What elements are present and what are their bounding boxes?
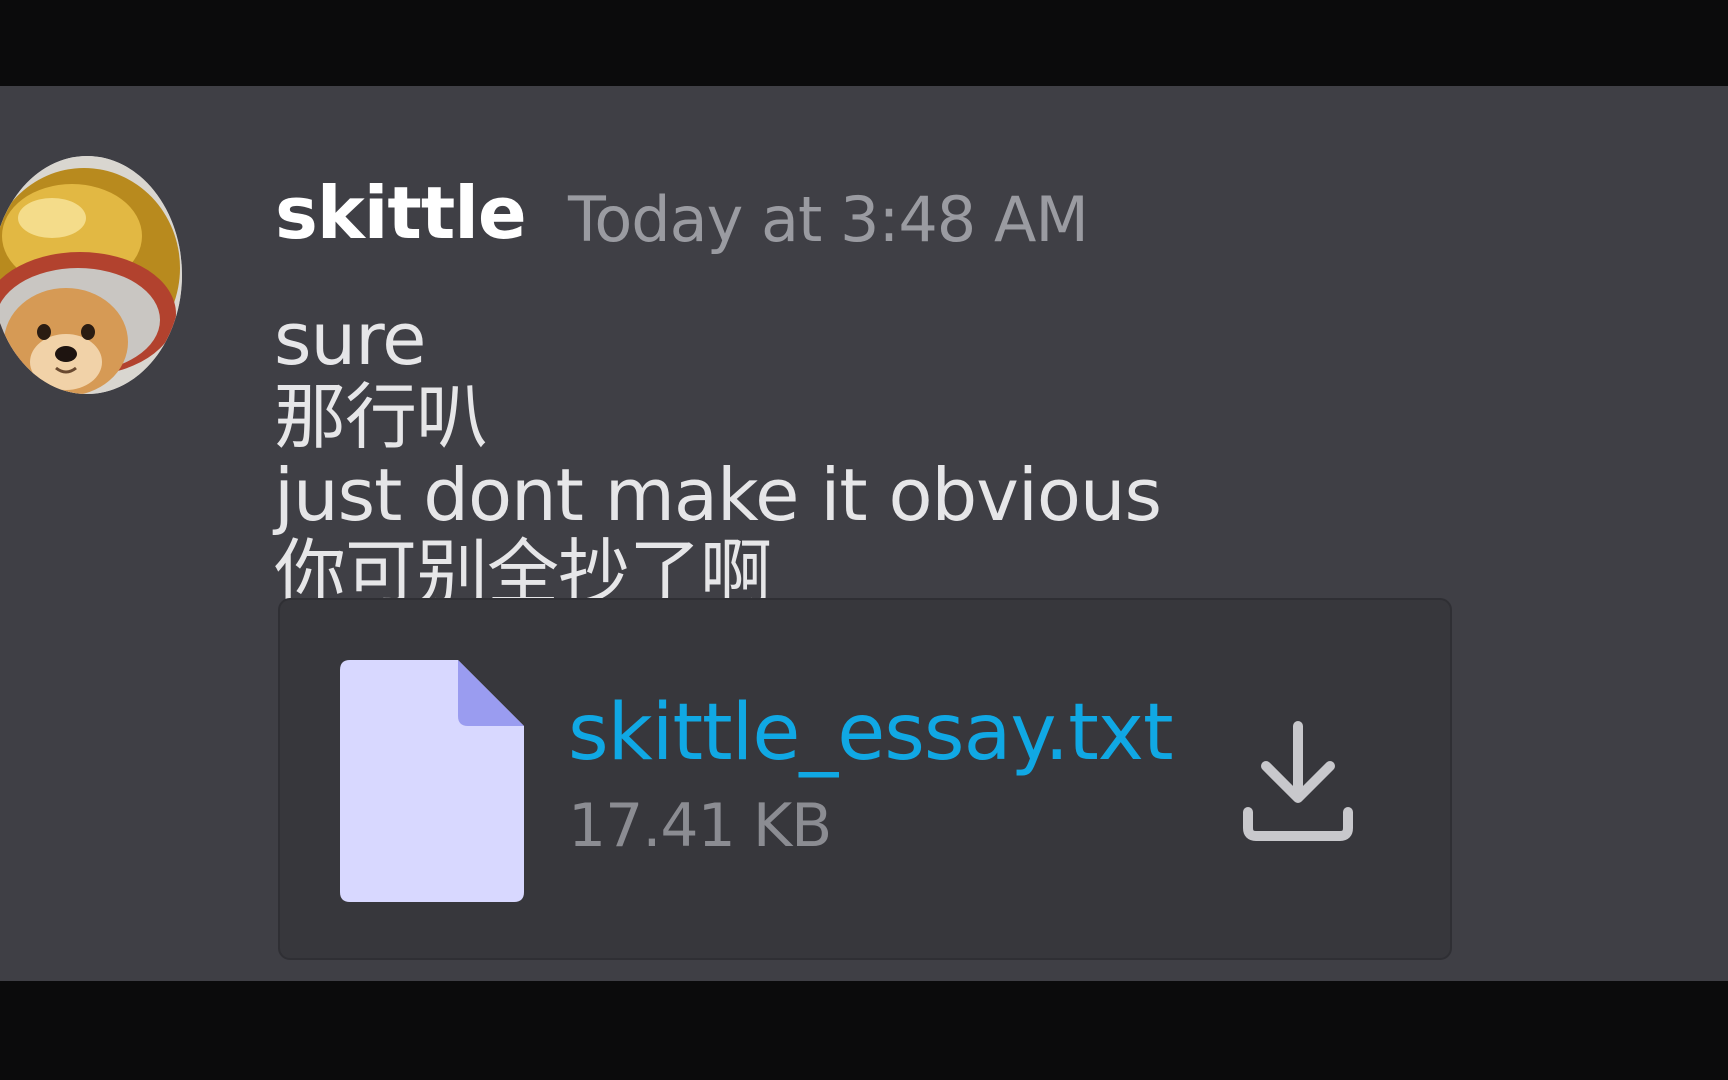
file-icon xyxy=(340,660,524,906)
message-line: just dont make it obvious xyxy=(274,453,1162,537)
file-attachment: skittle_essay.txt 17.41 KB xyxy=(278,598,1452,960)
file-name-link[interactable]: skittle_essay.txt xyxy=(568,688,1174,778)
message-line: 那行叭 xyxy=(274,375,488,459)
download-icon xyxy=(1243,721,1353,841)
message-timestamp: Today at 3:48 AM xyxy=(568,183,1089,256)
dog-in-helmet-avatar xyxy=(0,156,182,394)
download-button[interactable] xyxy=(1240,718,1356,848)
letterbox-bottom xyxy=(0,981,1728,1080)
message-line: sure xyxy=(274,297,426,381)
user-avatar[interactable] xyxy=(0,156,182,394)
file-size: 17.41 KB xyxy=(568,791,832,861)
message-author[interactable]: skittle xyxy=(275,168,527,258)
message-body: sure 那行叭 just dont make it obvious 你可别全抄… xyxy=(274,297,1162,612)
letterbox-top xyxy=(0,0,1728,86)
